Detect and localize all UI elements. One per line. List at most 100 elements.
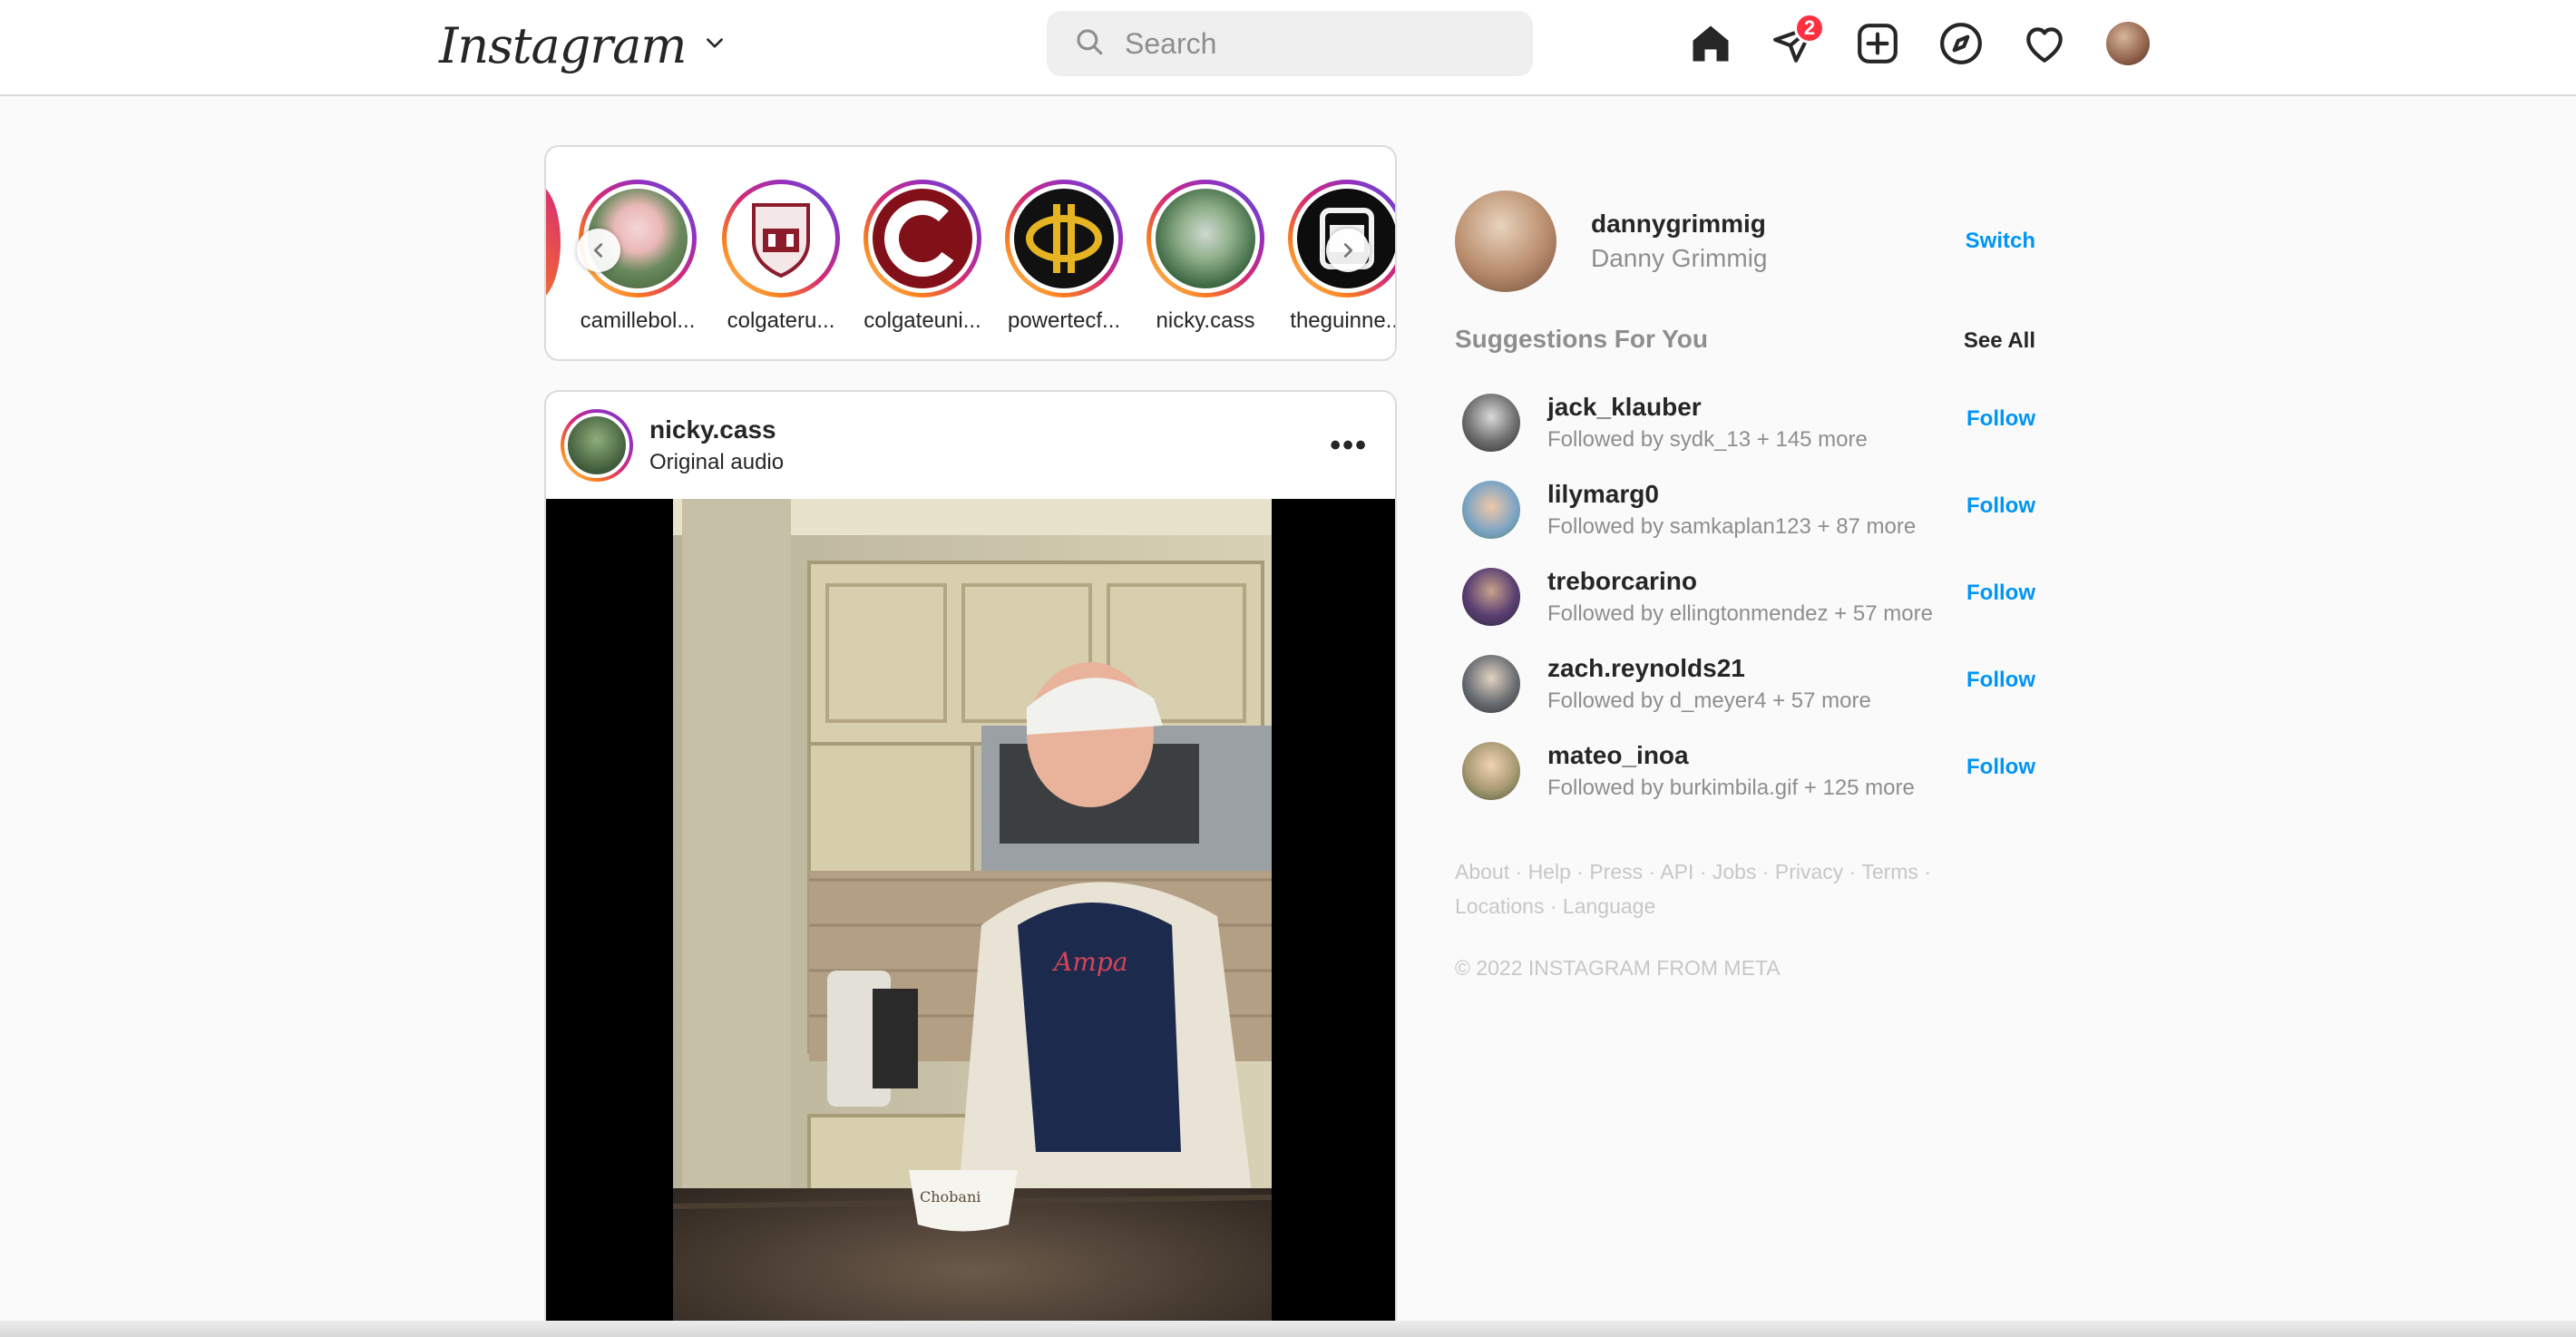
story-label: theguinne... <box>1290 308 1397 333</box>
activity-heart-icon[interactable] <box>2003 11 2086 76</box>
post-audio-link[interactable]: Original audio <box>649 450 784 475</box>
chevron-down-icon[interactable] <box>703 32 727 60</box>
switch-account-link[interactable]: Switch <box>1966 229 2035 254</box>
story-avatar[interactable] <box>727 184 835 293</box>
current-user-text: dannygrimmig Danny Grimmig <box>1591 210 1767 273</box>
post-avatar-ring[interactable] <box>561 409 633 482</box>
suggestion-item: jack_klauber Followed by sydk_13 + 145 m… <box>1455 379 2035 466</box>
story-partial[interactable] <box>546 183 561 301</box>
instagram-logo[interactable]: Instagram <box>439 13 727 78</box>
feed-post: nicky.cass Original audio ••• Ampa Choba… <box>544 390 1397 1337</box>
story-avatar[interactable] <box>1010 184 1118 293</box>
explore-icon[interactable] <box>1919 11 2003 76</box>
footer-link-api[interactable]: API <box>1660 860 1693 883</box>
footer-link-help[interactable]: Help <box>1528 860 1571 883</box>
avatar[interactable] <box>1462 568 1520 626</box>
suggestion-text: treborcarino Followed by ellingtonmendez… <box>1547 567 1933 627</box>
suggestion-username[interactable]: lilymarg0 <box>1547 480 1916 509</box>
follow-button[interactable]: Follow <box>1966 581 2035 606</box>
story-label: camillebol... <box>580 308 696 333</box>
footer-link-jobs[interactable]: Jobs <box>1712 860 1757 883</box>
search-bar[interactable] <box>1047 11 1533 76</box>
suggestion-text: zach.reynolds21 Followed by d_meyer4 + 5… <box>1547 654 1871 714</box>
footer-link-terms[interactable]: Terms <box>1861 860 1918 883</box>
footer-link-locations[interactable]: Locations <box>1455 894 1544 918</box>
suggestions-title: Suggestions For You <box>1455 325 1708 353</box>
suggestion-subtitle: Followed by sydk_13 + 145 more <box>1547 427 1868 452</box>
nav-icons: 2 <box>1669 11 2170 76</box>
story-avatar[interactable] <box>868 184 977 293</box>
svg-text:Ampa: Ampa <box>1051 947 1127 977</box>
footer-links: About · Help · Press · API · Jobs · Priv… <box>1455 860 1931 918</box>
stories-tray: camillebol... colgateru... colgateuni...… <box>544 145 1397 361</box>
chevron-right-icon <box>1343 243 1353 258</box>
suggestion-text: lilymarg0 Followed by samkaplan123 + 87 … <box>1547 480 1916 540</box>
footer-link-language[interactable]: Language <box>1563 894 1655 918</box>
suggestion-text: jack_klauber Followed by sydk_13 + 145 m… <box>1547 393 1868 453</box>
suggestion-item: zach.reynolds21 Followed by d_meyer4 + 5… <box>1455 640 2035 727</box>
follow-button[interactable]: Follow <box>1966 755 2035 780</box>
post-username[interactable]: nicky.cass <box>649 415 784 444</box>
right-sidebar: dannygrimmig Danny Grimmig Switch Sugges… <box>1455 187 2035 981</box>
suggestion-item: treborcarino Followed by ellingtonmendez… <box>1455 553 2035 640</box>
avatar[interactable] <box>1462 481 1520 539</box>
logo-wordmark[interactable]: Instagram <box>439 17 687 74</box>
avatar[interactable] <box>1462 655 1520 713</box>
story-label: colgateru... <box>727 308 835 333</box>
current-user: dannygrimmig Danny Grimmig Switch <box>1455 187 2035 296</box>
window-bottom-edge <box>0 1321 2576 1337</box>
current-username[interactable]: dannygrimmig <box>1591 210 1767 239</box>
story-ring[interactable] <box>722 180 840 298</box>
suggestions-header: Suggestions For You See All <box>1455 325 2035 361</box>
avatar[interactable] <box>1455 190 1556 292</box>
footer-link-about[interactable]: About <box>1455 860 1509 883</box>
avatar[interactable] <box>2106 22 2150 65</box>
story-ring[interactable] <box>1147 180 1264 298</box>
shield-icon <box>752 203 810 278</box>
top-navigation-bar: Instagram 2 <box>0 0 2576 96</box>
direct-messages-icon[interactable]: 2 <box>1752 11 1836 76</box>
search-input[interactable] <box>1125 26 1506 61</box>
suggestion-subtitle: Followed by d_meyer4 + 57 more <box>1547 688 1871 713</box>
footer-link-privacy[interactable]: Privacy <box>1775 860 1843 883</box>
story-ring[interactable] <box>864 180 981 298</box>
new-post-icon[interactable] <box>1836 11 1919 76</box>
see-all-link[interactable]: See All <box>1964 328 2035 354</box>
story-label: powertecf... <box>1007 308 1121 333</box>
messages-badge: 2 <box>1794 13 1825 44</box>
follow-button[interactable]: Follow <box>1966 406 2035 432</box>
post-meta: nicky.cass Original audio <box>649 415 784 475</box>
current-fullname: Danny Grimmig <box>1591 244 1768 272</box>
post-header: nicky.cass Original audio ••• <box>546 392 1395 499</box>
suggestion-username[interactable]: mateo_inoa <box>1547 741 1915 770</box>
follow-button[interactable]: Follow <box>1966 493 2035 519</box>
post-avatar[interactable] <box>564 413 629 478</box>
follow-button[interactable]: Follow <box>1966 668 2035 693</box>
story-avatar[interactable] <box>1151 184 1260 293</box>
avatar[interactable] <box>1462 394 1520 452</box>
suggestion-username[interactable]: jack_klauber <box>1547 393 1868 422</box>
footer-link-press[interactable]: Press <box>1589 860 1643 883</box>
story-next-button[interactable] <box>1326 229 1370 272</box>
cup-label: Chobani <box>920 1188 981 1205</box>
story-label: nicky.cass <box>1156 308 1255 333</box>
video-frame[interactable]: Ampa Chobani <box>673 499 1272 1337</box>
story-item[interactable]: colgateru... <box>713 180 849 334</box>
story-prev-button[interactable] <box>577 229 620 272</box>
suggestion-text: mateo_inoa Followed by burkimbila.gif + … <box>1547 741 1915 801</box>
profile-avatar[interactable] <box>2086 11 2170 76</box>
story-item[interactable]: colgateuni... <box>854 180 990 334</box>
suggestion-subtitle: Followed by burkimbila.gif + 125 more <box>1547 776 1915 800</box>
post-video[interactable]: Ampa Chobani <box>546 499 1395 1337</box>
story-item[interactable]: nicky.cass <box>1137 180 1273 334</box>
avatar[interactable] <box>1462 742 1520 800</box>
suggestion-subtitle: Followed by ellingtonmendez + 57 more <box>1547 601 1933 626</box>
story-ring[interactable] <box>1005 180 1123 298</box>
home-icon[interactable] <box>1669 11 1752 76</box>
suggestion-username[interactable]: zach.reynolds21 <box>1547 654 1871 683</box>
suggestion-item: lilymarg0 Followed by samkaplan123 + 87 … <box>1455 466 2035 553</box>
suggestion-username[interactable]: treborcarino <box>1547 567 1933 596</box>
more-options-icon[interactable]: ••• <box>1330 428 1368 464</box>
video-still: Ampa Chobani <box>673 499 1272 1337</box>
story-item[interactable]: powertecf... <box>996 180 1132 334</box>
